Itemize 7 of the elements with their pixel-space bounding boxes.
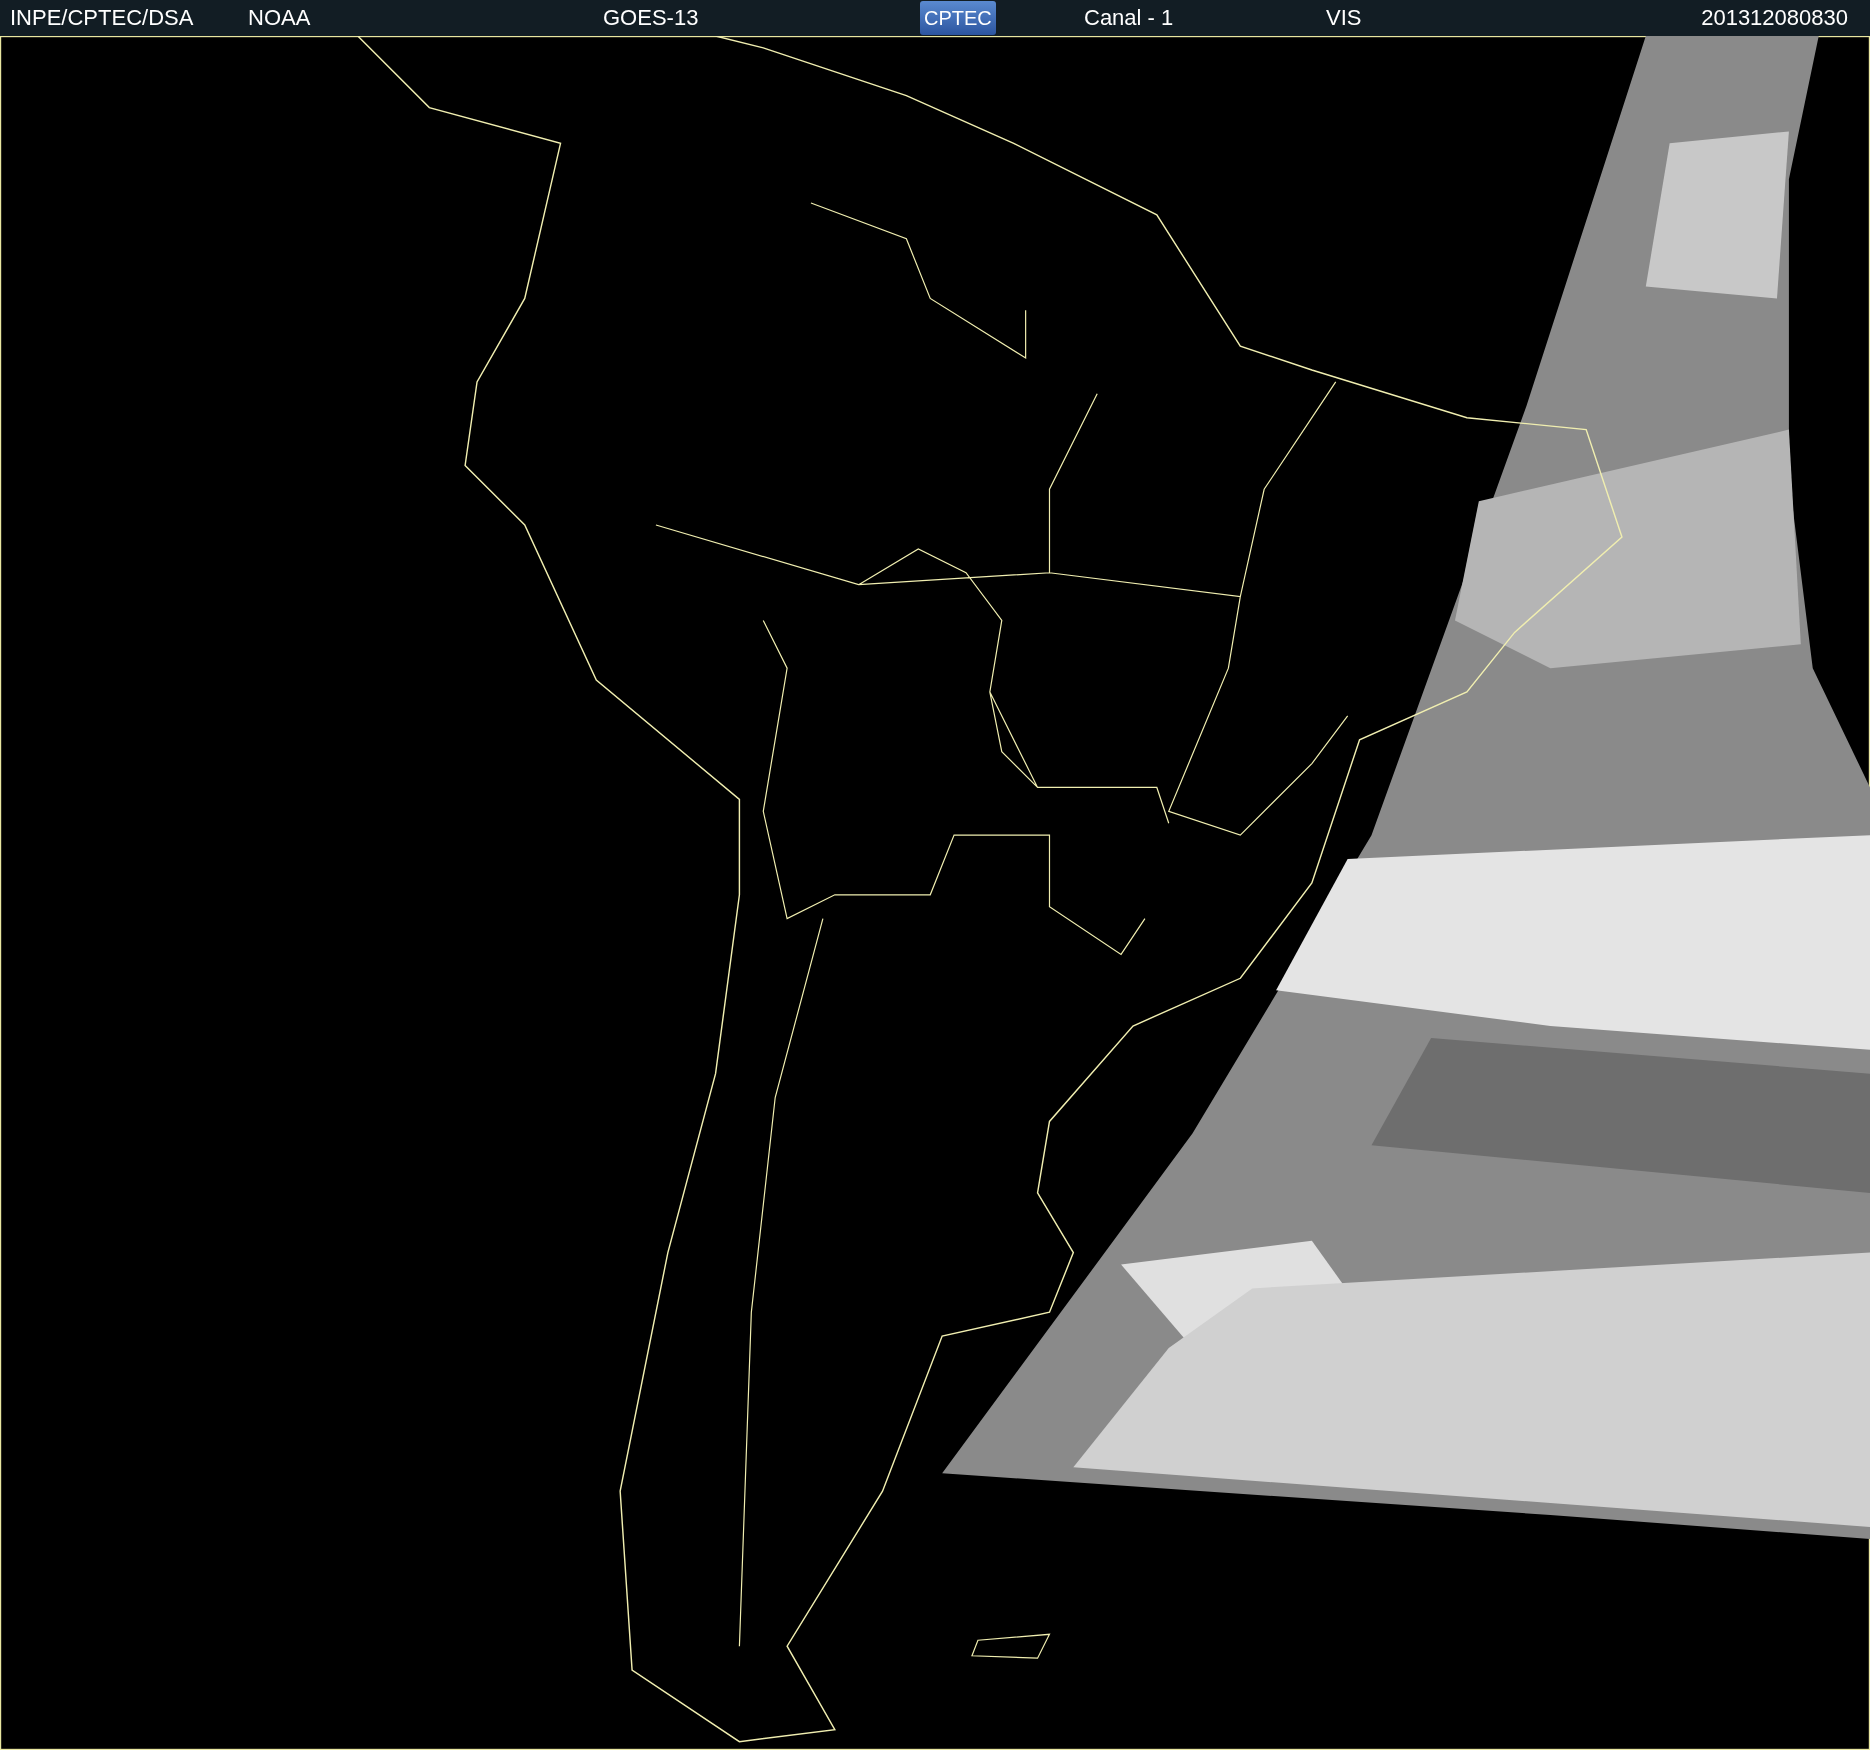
header-label: GOES-13 — [603, 5, 699, 31]
cptec-logo: CPTEC — [920, 1, 996, 35]
header-label: NOAA — [248, 5, 311, 31]
header-label: 201312080830 — [1701, 5, 1848, 31]
header-label: INPE/CPTEC/DSA — [10, 5, 194, 31]
header-label: VIS — [1326, 5, 1362, 31]
header-label: Canal - 1 — [1084, 5, 1174, 31]
